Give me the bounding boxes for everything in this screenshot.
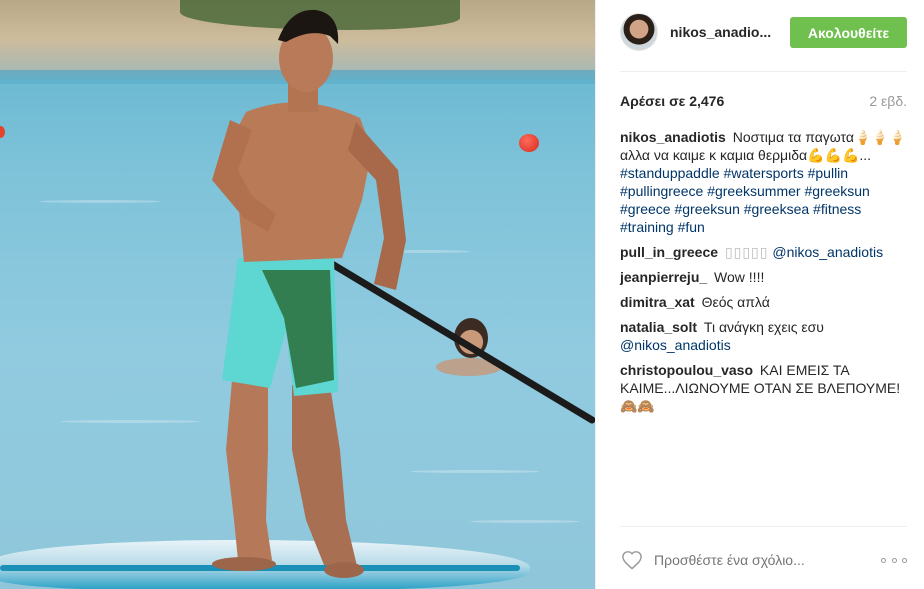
following-button[interactable]: Ακολουθείτε [790,17,907,48]
comment-username[interactable]: dimitra_xat [620,294,695,310]
comment-username[interactable]: jeanpierreju_ [620,269,707,285]
footer-divider [620,526,907,527]
avatar[interactable] [620,13,658,51]
hashtag-link[interactable]: #greeksummer [707,183,800,199]
post-author-username[interactable]: nikos_anadio... [670,24,774,40]
comment-row: natalia_solt Τι ανάγκη εχεις εσυ @nikos_… [620,318,907,354]
comment-row: christopoulou_vaso ΚΑΙ ΕΜΕΙΣ ΤΑ ΚΑΙΜΕ...… [620,361,907,415]
more-options-icon[interactable] [881,557,907,563]
add-comment-row [620,546,907,574]
caption-ellipsis: ... [859,147,872,163]
comment-text: Τι ανάγκη εχεις εσυ [703,319,824,335]
caption: nikos_anadiotis Νοστιμα τα παγωτα🍦🍦🍦 αλλ… [620,128,907,236]
comment-username[interactable]: natalia_solt [620,319,697,335]
hashtag-link[interactable]: #greeksun [804,183,869,199]
comment-input[interactable] [654,552,881,568]
comment-text: Wow !!!! [714,269,765,285]
post-photo[interactable] [0,0,595,589]
hashtag-link[interactable]: #greeksea [744,201,809,217]
likes-count[interactable]: Αρέσει σε 2,476 [620,93,724,109]
caption-text: Νοστιμα τα παγωτα [732,129,854,145]
likes-row: Αρέσει σε 2,476 2 εβδ. [620,90,907,112]
caption-emoji-2: 💪💪💪 [807,147,860,163]
comment-mention[interactable]: @nikos_anadiotis [772,244,883,260]
comments-list: nikos_anadiotis Νοστιμα τα παγωτα🍦🍦🍦 αλλ… [620,128,907,422]
hashtag-link[interactable]: #fun [678,219,705,235]
comment-row: pull_in_greece ▯▯▯▯▯ @nikos_anadiotis [620,243,907,261]
caption-hashtags: #standuppaddle #watersports #pullin #pul… [620,165,870,235]
heart-outline-icon[interactable] [620,549,644,571]
caption-username[interactable]: nikos_anadiotis [620,129,726,145]
post-details-panel: nikos_anadio... Ακολουθείτε Αρέσει σε 2,… [595,0,924,589]
comment-row: jeanpierreju_ Wow !!!! [620,268,907,286]
caption-emoji: 🍦🍦🍦 [853,129,907,145]
comment-rows: pull_in_greece ▯▯▯▯▯ @nikos_anadiotisjea… [620,243,907,415]
post-age[interactable]: 2 εβδ. [869,93,907,109]
hashtag-link[interactable]: #watersports [724,165,804,181]
hashtag-link[interactable]: #pullingreece [620,183,703,199]
header-divider [620,71,907,72]
comment-row: dimitra_xat Θεός απλά [620,293,907,311]
hashtag-link[interactable]: #greece [620,201,671,217]
hashtag-link[interactable]: #pullin [808,165,848,181]
hashtag-link[interactable]: #standuppaddle [620,165,720,181]
comment-username[interactable]: christopoulou_vaso [620,362,753,378]
comment-text: Θεός απλά [701,294,770,310]
photo-paddler [212,9,595,578]
hashtag-link[interactable]: #fitness [813,201,861,217]
post-header: nikos_anadio... Ακολουθείτε [620,10,907,54]
hashtag-link[interactable]: #greeksun [674,201,739,217]
hashtag-link[interactable]: #training [620,219,674,235]
comment-emoji: 🙈🙈 [620,398,655,414]
comment-emoji: ▯▯▯▯▯ [724,244,769,260]
comment-username[interactable]: pull_in_greece [620,244,718,260]
caption-text-2: αλλα να καιμε κ καμια θερμιδα [620,147,808,163]
comment-mention[interactable]: @nikos_anadiotis [620,337,731,353]
